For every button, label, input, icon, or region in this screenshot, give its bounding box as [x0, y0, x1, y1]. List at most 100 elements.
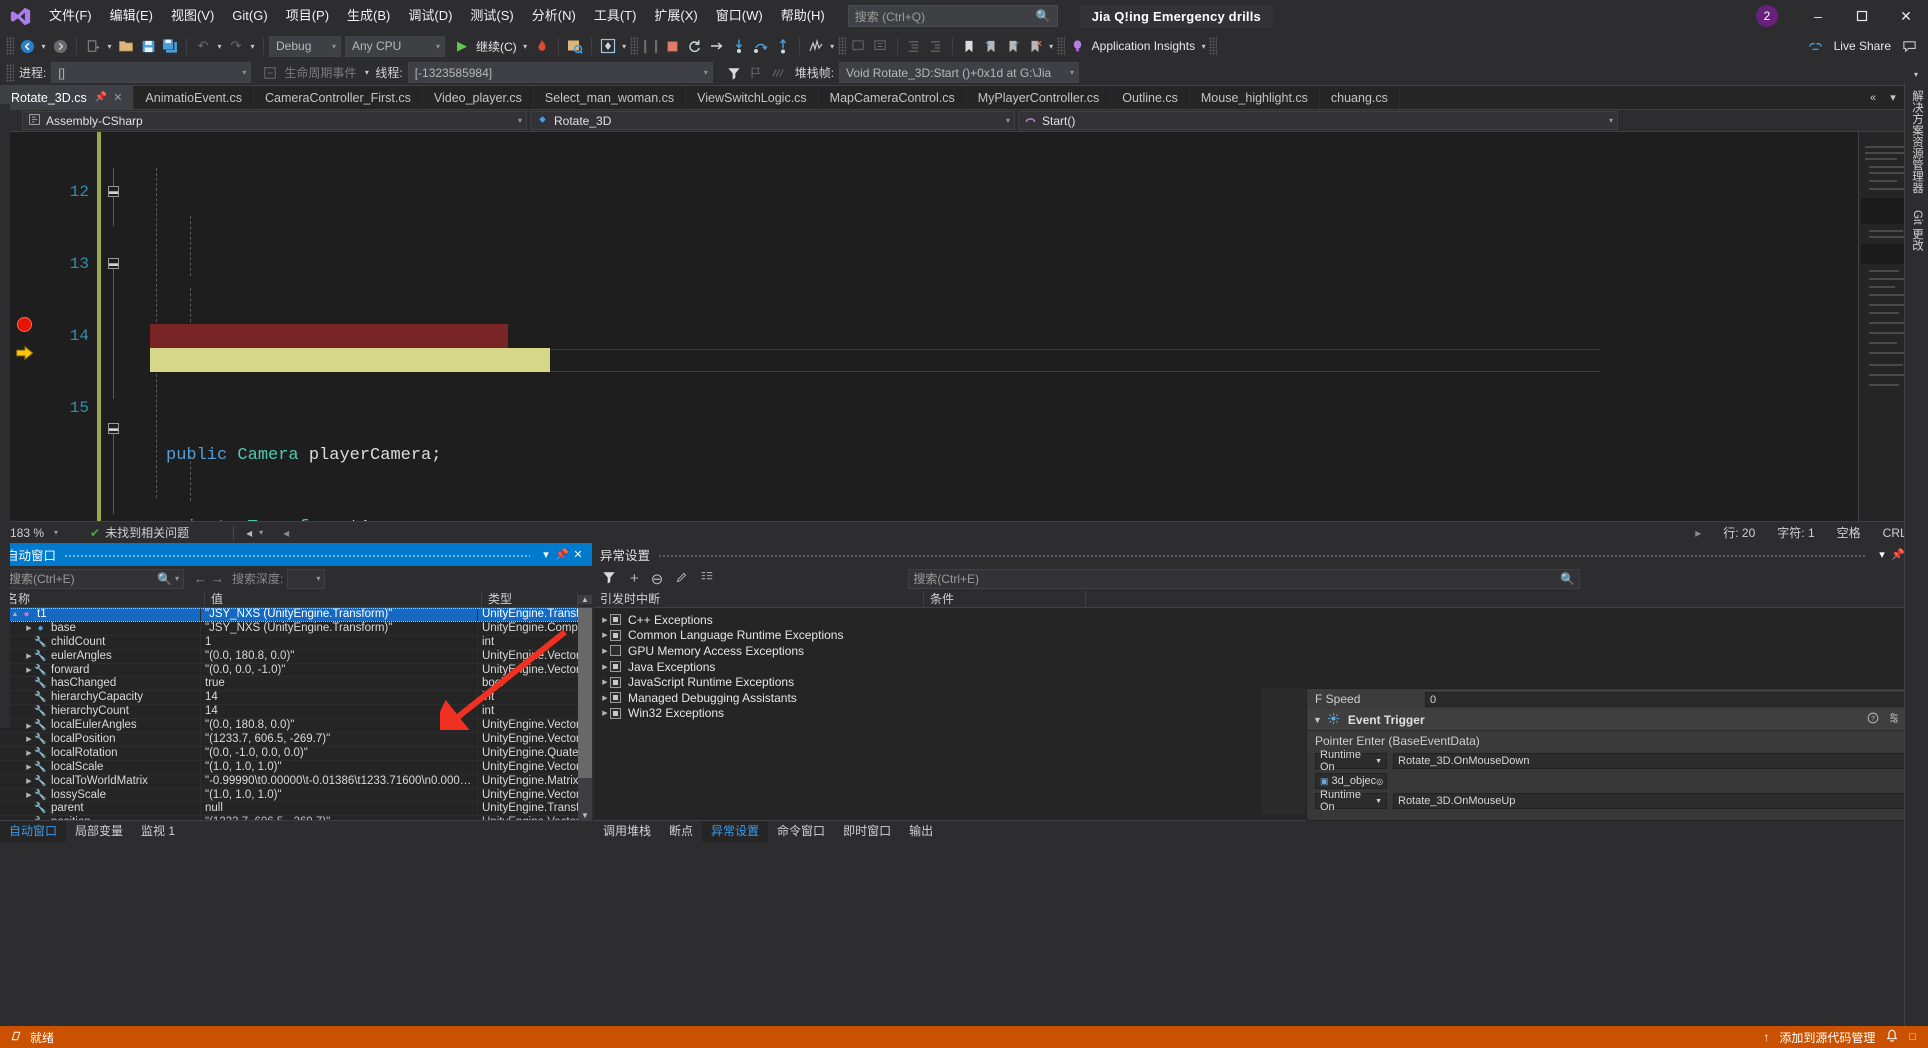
- footer-tab-exception-settings[interactable]: 异常设置: [702, 820, 769, 842]
- window-dropdown-icon[interactable]: ▾: [1874, 548, 1890, 561]
- scroll-down-icon[interactable]: ▼: [578, 811, 592, 820]
- notification-badge[interactable]: 2: [1756, 5, 1778, 27]
- menu-analyze[interactable]: 分析(N): [523, 0, 585, 32]
- quick-launch-search[interactable]: 搜索 (Ctrl+Q) 🔍: [847, 5, 1058, 27]
- search-depth-combo[interactable]: ▾: [287, 568, 326, 589]
- lifecycle-dropdown-icon[interactable]: ▾: [361, 68, 372, 77]
- table-row[interactable]: ▶ 🔧 localPosition "(1233.7, 606.5, -269.…: [0, 733, 592, 747]
- expander-icon[interactable]: ▶: [24, 749, 34, 757]
- restore-defaults-icon[interactable]: [700, 570, 714, 587]
- footer-tab-command-window[interactable]: 命令窗口: [768, 821, 834, 842]
- variable-value[interactable]: "(1.0, 1.0, 1.0)": [201, 788, 478, 802]
- tab-mouse-highlight[interactable]: Mouse_highlight.cs: [1190, 86, 1320, 109]
- list-item[interactable]: ▶ GPU Memory Access Exceptions: [594, 643, 1928, 659]
- autos-scrollbar[interactable]: ▼: [578, 608, 592, 820]
- step-out-icon[interactable]: [772, 35, 794, 57]
- diagnostics-dropdown-icon[interactable]: ▾: [827, 42, 838, 51]
- variable-value[interactable]: "-0.99990\t0.00000\t-0.01386\t1233.71600…: [201, 774, 478, 788]
- exception-checkbox[interactable]: [610, 707, 621, 719]
- redo-icon[interactable]: ↷: [225, 35, 247, 57]
- callback-function-dropdown-2[interactable]: Rotate_3D.OnMouseUp ▼: [1393, 793, 1919, 809]
- decrease-indent-icon[interactable]: [903, 35, 925, 57]
- expander-icon[interactable]: ▶: [24, 666, 34, 674]
- variable-value[interactable]: "JSY_NXS (UnityEngine.Transform)": [201, 621, 478, 635]
- runtime-mode-dropdown-1[interactable]: Runtime On ▼: [1315, 749, 1387, 773]
- variable-value[interactable]: 14: [201, 691, 478, 705]
- object-reference-field[interactable]: ▣ 3d_objec ◎: [1315, 773, 1387, 789]
- variable-value[interactable]: "(0.0, -1.0, 0.0, 0.0)": [201, 746, 478, 760]
- stop-debug-icon[interactable]: [662, 35, 684, 57]
- variable-value[interactable]: "(0.0, 0.0, -1.0)": [201, 663, 478, 677]
- source-control-button[interactable]: 添加到源代码管理: [1779, 1029, 1875, 1046]
- variable-value[interactable]: "JSY_NXS (UnityEngine.Transform)": [201, 608, 478, 621]
- tab-view-switch-logic[interactable]: ViewSwitchLogic.cs: [686, 86, 819, 109]
- autos-title-bar[interactable]: 自动窗口 ▾ 📌 ✕: [0, 543, 592, 566]
- list-item[interactable]: ▶ C++ Exceptions: [594, 612, 1928, 628]
- close-button[interactable]: ✕: [1884, 0, 1928, 32]
- redo-dropdown-icon[interactable]: ▾: [247, 42, 258, 51]
- remove-exception-icon[interactable]: ⊖: [651, 570, 664, 588]
- menu-tools[interactable]: 工具(T): [585, 0, 646, 32]
- table-row[interactable]: ▶ 🔧 eulerAngles "(0.0, 180.8, 0.0)" Unit…: [0, 649, 592, 664]
- next-bookmark-icon[interactable]: [1002, 35, 1024, 57]
- live-share-icon[interactable]: [1805, 35, 1827, 57]
- tab-video-player[interactable]: Video_player.cs: [423, 86, 534, 109]
- exception-search-input[interactable]: 搜索(Ctrl+E) 🔍: [908, 568, 1581, 589]
- variable-value[interactable]: "(1233.7, 606.5, -269.7)": [201, 816, 478, 820]
- exception-checkbox[interactable]: [610, 614, 621, 626]
- expander-icon[interactable]: ▶: [600, 694, 610, 702]
- expander-icon[interactable]: ▶: [600, 647, 610, 655]
- unity-inspector-overlay[interactable]: F Speed 0 ▼ Event Trigger ? ⋮ Pointer En…: [1306, 688, 1928, 821]
- table-row[interactable]: ▶ ● base "JSY_NXS (UnityEngine.Transform…: [0, 621, 592, 636]
- bookmark-dropdown-icon[interactable]: ▾: [1046, 42, 1057, 51]
- collapse-region-icon[interactable]: ▬: [108, 423, 119, 434]
- continue-dropdown-icon[interactable]: ▾: [520, 42, 531, 51]
- solution-config-combo[interactable]: Debug ▾: [269, 35, 341, 57]
- variable-value[interactable]: "(0.0, 180.8, 0.0)": [201, 719, 478, 733]
- tab-map-camera-control[interactable]: MapCameraControl.cs: [819, 86, 967, 109]
- variable-value[interactable]: 14: [201, 705, 478, 719]
- table-row[interactable]: ▶ 🔧 localScale "(1.0, 1.0, 1.0)" UnityEn…: [0, 760, 592, 775]
- solution-explorer-tab[interactable]: 解决方案资源管理器: [1905, 82, 1928, 202]
- issue-dropdown-icon[interactable]: ▾: [259, 528, 263, 537]
- collapse-region-icon[interactable]: ▬: [108, 258, 119, 269]
- footer-tab-watch1[interactable]: 监视 1: [132, 821, 184, 842]
- live-share-button[interactable]: Live Share: [1831, 39, 1894, 53]
- help-icon[interactable]: ?: [1867, 712, 1879, 727]
- restore-button[interactable]: [1840, 0, 1884, 32]
- navigate-forward-icon[interactable]: [49, 35, 71, 57]
- break-dropdown-icon[interactable]: ▾: [619, 42, 630, 51]
- table-row[interactable]: ▶ 🔧 forward "(0.0, 0.0, -1.0)" UnityEngi…: [0, 663, 592, 678]
- menu-debug[interactable]: 调试(D): [399, 0, 461, 32]
- window-dropdown-icon[interactable]: ▾: [538, 548, 554, 561]
- new-project-icon[interactable]: [82, 35, 104, 57]
- search-prev-icon[interactable]: ←: [194, 571, 207, 586]
- expander-icon[interactable]: ▲: [10, 611, 20, 618]
- f-speed-value[interactable]: 0: [1425, 691, 1919, 707]
- footer-tab-autos[interactable]: 自动窗口: [0, 820, 67, 842]
- scroll-right-icon[interactable]: ▸: [1695, 526, 1701, 540]
- code-text-area[interactable]: public Camera playerCamera; private Tran…: [124, 132, 1928, 521]
- exception-checkbox[interactable]: [610, 661, 621, 673]
- pin-icon[interactable]: 📌: [554, 548, 570, 561]
- tab-select-man-woman[interactable]: Select_man_woman.cs: [534, 86, 687, 109]
- stackframe-combo[interactable]: Void Rotate_3D:Start ()+0x1d at G:\Jia ▾: [839, 62, 1080, 83]
- tab-outline[interactable]: Outline.cs: [1111, 86, 1190, 109]
- menu-project[interactable]: 项目(P): [277, 0, 338, 32]
- expander-icon[interactable]: ▶: [24, 777, 34, 785]
- menu-extensions[interactable]: 扩展(X): [645, 0, 706, 32]
- runtime-mode-dropdown-2[interactable]: Runtime On ▼: [1315, 789, 1387, 813]
- increase-indent-icon[interactable]: [925, 35, 947, 57]
- zoom-level-combo[interactable]: 183 % ▾: [10, 526, 72, 540]
- platform-combo[interactable]: Any CPU ▾: [345, 35, 445, 57]
- member-selector[interactable]: Start() ▾: [1018, 111, 1618, 130]
- app-insights-dropdown-icon[interactable]: ▾: [1198, 42, 1209, 51]
- break-all-icon[interactable]: [597, 35, 619, 57]
- event-trigger-header[interactable]: ▼ Event Trigger ? ⋮: [1307, 709, 1927, 731]
- continue-button[interactable]: 继续(C): [473, 38, 520, 55]
- pause-icon[interactable]: ❙❙: [640, 35, 662, 57]
- variable-value[interactable]: "(1.0, 1.0, 1.0)": [201, 760, 478, 774]
- table-row[interactable]: 🔧 hierarchyCapacity 14 int: [0, 691, 592, 706]
- class-selector[interactable]: Rotate_3D ▾: [530, 111, 1015, 130]
- menu-file[interactable]: 文件(F): [40, 0, 101, 32]
